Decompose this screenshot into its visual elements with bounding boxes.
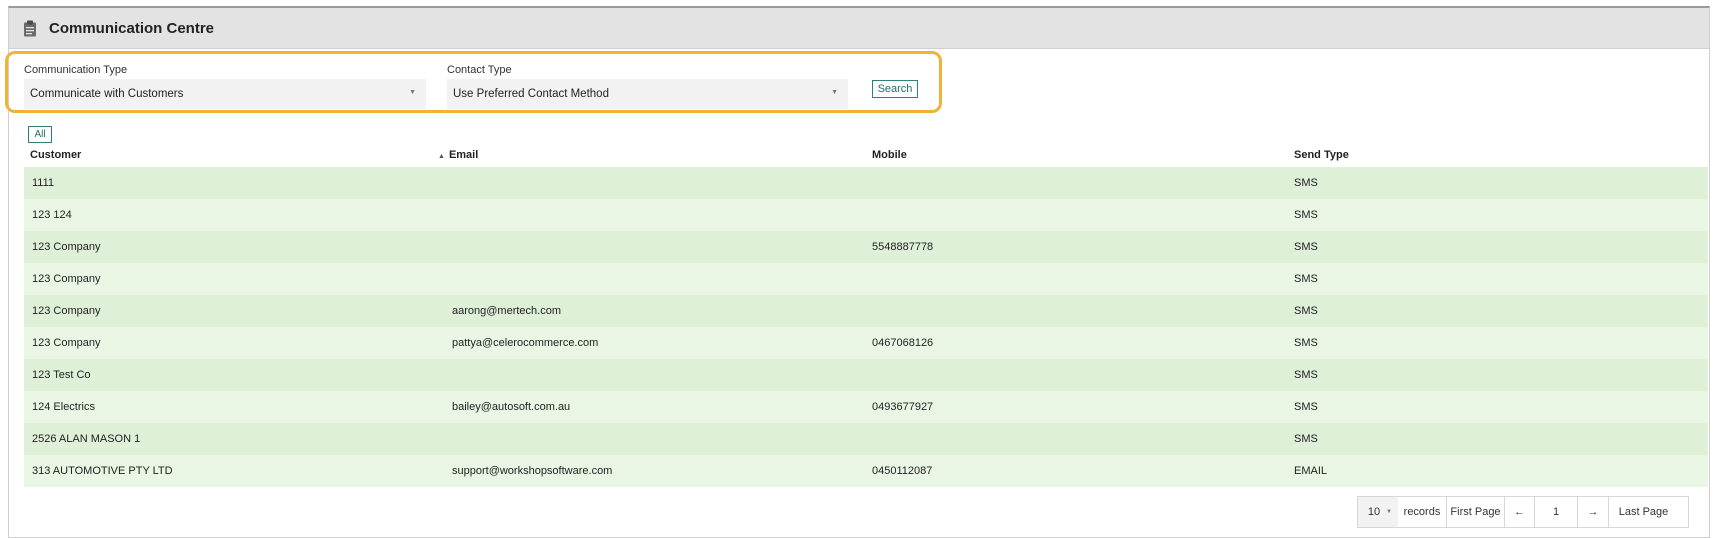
cell-customer: 2526 ALAN MASON 1 [32,433,141,445]
cell-customer: 1111 [32,177,55,189]
next-page-button[interactable]: → [1578,497,1608,527]
all-filter-button[interactable]: All [28,126,52,143]
cell-send-type: SMS [1294,209,1318,221]
cell-send-type: EMAIL [1294,465,1328,477]
cell-mobile: 0450112087 [872,465,933,477]
cell-customer: 123 124 [32,209,72,221]
cell-email: support@workshopsoftware.com [452,465,613,477]
table-row[interactable]: 123 Company 5548887778 SMS [24,231,1708,263]
page-title: Communication Centre [49,19,215,37]
cell-mobile: 5548887778 [872,241,934,253]
cell-email: aarong@mertech.com [452,305,561,317]
records-label: records [1403,506,1441,518]
sort-asc-icon: ▲ [438,153,445,160]
cell-send-type: SMS [1294,433,1318,445]
cell-mobile: 0467068126 [872,337,934,349]
column-header-mobile[interactable]: Mobile [872,149,907,161]
contact-type-value: Use Preferred Contact Method [453,88,609,100]
contact-type-select[interactable]: Use Preferred Contact Method ▼ [447,79,848,109]
table-row[interactable]: 1111 SMS [24,167,1708,199]
table-row[interactable]: 123 Company SMS [24,263,1708,295]
table-row[interactable]: 123 Test Co SMS [24,359,1708,391]
current-page-number[interactable]: 1 [1534,497,1578,527]
cell-customer: 123 Company [32,273,101,285]
column-header-email[interactable]: ▲ Email [438,149,478,161]
cell-send-type: SMS [1294,369,1318,381]
table-row[interactable]: 123 124 SMS [24,199,1708,231]
cell-customer: 313 AUTOMOTIVE PTY LTD [32,465,173,477]
table-row[interactable]: 123 Company pattya@celerocommerce.com 0467… [24,327,1708,359]
table-header: Customer ▲ Email Mobile Send Type [24,145,1708,167]
panel-header: Communication Centre [9,8,1709,49]
cell-send-type: SMS [1294,177,1318,189]
chevron-down-icon: ▼ [409,89,416,96]
cell-customer: 123 Company [32,305,101,317]
cell-send-type: SMS [1294,241,1318,253]
cell-customer: 123 Test Co [32,369,91,381]
communication-type-select[interactable]: Communicate with Customers ▼ [24,79,426,109]
table-row[interactable]: 123 Company aarong@mertech.com SMS [24,295,1708,327]
cell-mobile: 0493677927 [872,401,934,413]
cell-customer: 124 Electrics [32,401,95,413]
pagination: 10 ▼ records First Page ← 1 → Last Page [1357,496,1689,528]
table-row[interactable]: 313 AUTOMOTIVE PTY LTD support@workshopso… [24,455,1708,487]
cell-send-type: SMS [1294,305,1318,317]
page-size-select[interactable]: 10 ▼ [1358,497,1398,527]
cell-email: pattya@celerocommerce.com [452,337,599,349]
customer-table: Customer ▲ Email Mobile Send Type 1111 SMS… [24,145,1708,487]
cell-send-type: SMS [1294,273,1318,285]
cell-customer: 123 Company [32,337,101,349]
table-body: 1111 SMS 123 124 SMS 123 Company 5548887778… [24,167,1708,487]
chevron-down-icon: ▼ [1386,509,1392,515]
cell-send-type: SMS [1294,401,1318,413]
cell-send-type: SMS [1294,337,1318,349]
column-header-send-type[interactable]: Send Type [1294,149,1349,161]
clipboard-icon [23,20,37,37]
table-row[interactable]: 124 Electrics bailey@autosoft.com.au 04936… [24,391,1708,423]
chevron-down-icon: ▼ [831,89,838,96]
first-page-button[interactable]: First Page [1446,497,1504,527]
communication-type-value: Communicate with Customers [30,88,184,100]
column-header-customer[interactable]: Customer [30,149,81,161]
cell-email: bailey@autosoft.com.au [452,401,571,413]
table-row[interactable]: 2526 ALAN MASON 1 SMS [24,423,1708,455]
page-size-value: 10 [1367,506,1381,518]
prev-page-button[interactable]: ← [1504,497,1534,527]
last-page-button[interactable]: Last Page [1608,497,1678,527]
cell-customer: 123 Company [32,241,101,253]
communication-type-label: Communication Type [24,64,128,76]
search-button[interactable]: Search [872,80,918,98]
contact-type-label: Contact Type [447,64,512,76]
